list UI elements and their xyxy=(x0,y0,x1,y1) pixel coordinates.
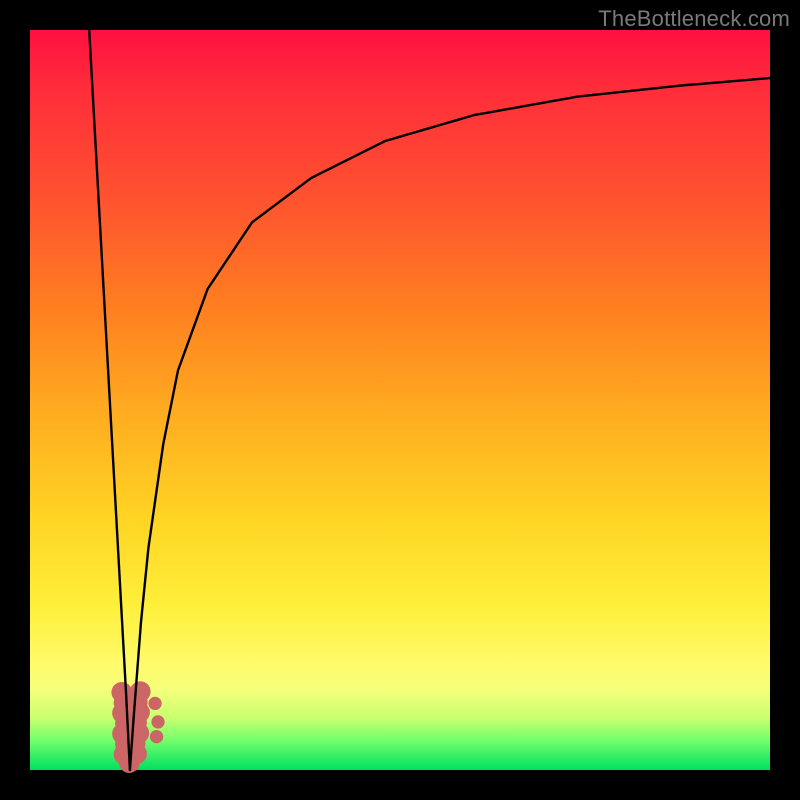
cluster-dot xyxy=(151,715,164,728)
right-branch-path xyxy=(130,78,770,770)
cluster-dot xyxy=(130,681,151,702)
cluster-points xyxy=(111,681,164,773)
left-branch-path xyxy=(89,30,130,770)
plot-area xyxy=(30,30,770,770)
curve-layer xyxy=(30,30,770,770)
cluster-dot xyxy=(150,730,163,743)
cluster-dot xyxy=(148,697,161,710)
chart-frame: TheBottleneck.com xyxy=(0,0,800,800)
watermark-text: TheBottleneck.com xyxy=(598,6,790,32)
